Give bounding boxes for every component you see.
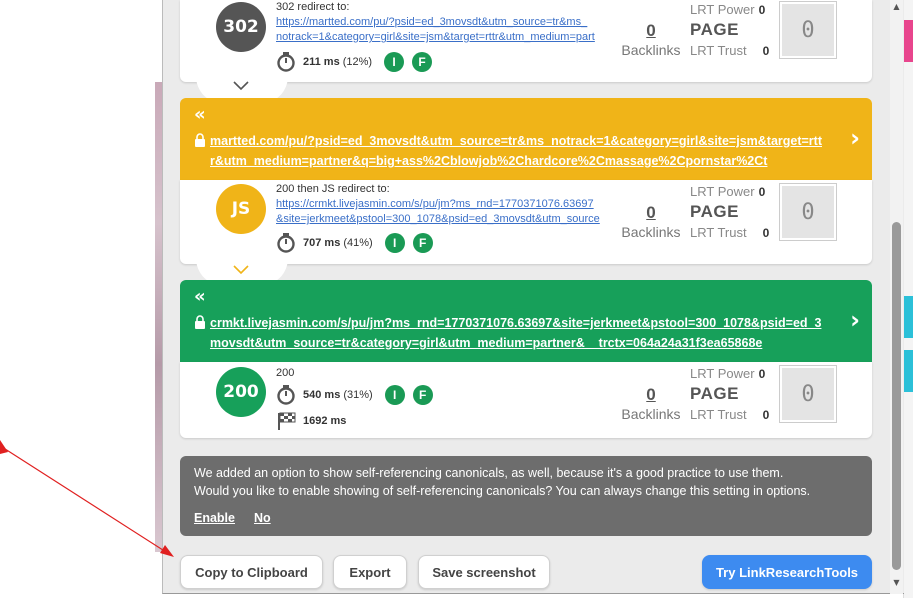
hop-status-circle: 200 (216, 367, 266, 417)
backlinks-metric[interactable]: 0 Backlinks (620, 384, 682, 422)
next-arrow-icon[interactable]: › (850, 306, 860, 334)
hop-status-circle: JS (216, 184, 266, 234)
try-linkresearchtools-button[interactable]: Try LinkResearchTools (702, 555, 872, 589)
back-double-arrow-icon[interactable]: « (194, 286, 206, 307)
stopwatch-icon (277, 233, 295, 253)
page-label: PAGE (690, 20, 739, 39)
page-label: PAGE (690, 384, 739, 403)
chevron-down-icon[interactable] (233, 79, 249, 95)
stopwatch-icon (277, 385, 295, 405)
hop-status-circle: 302 (216, 2, 266, 52)
notice-line-1: We added an option to show self-referenc… (194, 466, 784, 480)
canonical-notice: We added an option to show self-referenc… (180, 456, 872, 536)
lrt-trust: LRT Trust 0 (690, 407, 770, 422)
hop-timing: 211 ms (12%) I F (276, 52, 433, 72)
background-teal-tab-2 (903, 350, 913, 392)
scrollbar-thumb[interactable] (892, 222, 901, 570)
checkered-flag-icon (278, 412, 296, 430)
lock-icon (195, 315, 205, 329)
lock-icon (195, 133, 205, 147)
page-label: PAGE (690, 202, 739, 221)
score-box: 0 (779, 183, 837, 241)
hop-status-text: 200 then JS redirect to: (276, 183, 390, 195)
enable-link[interactable]: Enable (194, 511, 235, 525)
copy-to-clipboard-button[interactable]: Copy to Clipboard (180, 555, 323, 589)
hop-card-302: 302 302 redirect to: https://martted.com… (180, 0, 872, 82)
info-i-button[interactable]: I (384, 52, 405, 72)
hop-redirect-link[interactable]: https://martted.com/pu/?psid=ed_3movsdt&… (276, 15, 616, 45)
score-box: 0 (779, 365, 837, 423)
info-f-button[interactable]: F (412, 385, 433, 405)
total-timing: 1692 ms (276, 411, 349, 431)
info-i-button[interactable]: I (384, 385, 405, 405)
lrt-trust: LRT Trust 0 (690, 43, 770, 58)
url-banner-link[interactable]: martted.com/pu/?psid=ed_3movsdt&utm_sour… (210, 131, 822, 171)
lrt-power: LRT Power 0 (690, 2, 766, 17)
stopwatch-icon (277, 52, 295, 72)
url-banner-livejasmin: « crmkt.livejasmin.com/s/pu/jm?ms_rnd=17… (180, 280, 872, 362)
hop-timing: 707 ms (41%) I F (276, 233, 433, 253)
save-screenshot-button[interactable]: Save screenshot (418, 555, 550, 589)
hop-card-js: JS 200 then JS redirect to: https://crmk… (180, 180, 872, 264)
next-arrow-icon[interactable]: › (850, 124, 860, 152)
backlinks-metric[interactable]: 0 Backlinks (620, 20, 682, 58)
background-pink-tab (903, 20, 913, 62)
no-link[interactable]: No (254, 511, 271, 525)
background-teal-tab (903, 296, 913, 338)
info-i-button[interactable]: I (384, 233, 405, 253)
score-box: 0 (779, 1, 837, 59)
backlinks-metric[interactable]: 0 Backlinks (620, 202, 682, 240)
hop-redirect-link[interactable]: https://crmkt.livejasmin.com/s/pu/jm?ms_… (276, 197, 616, 227)
info-f-button[interactable]: F (412, 233, 433, 253)
info-f-button[interactable]: F (412, 52, 433, 72)
scroll-down-arrow-icon[interactable]: ▼ (891, 578, 902, 588)
lrt-power: LRT Power 0 (690, 366, 766, 381)
scroll-up-arrow-icon[interactable]: ▲ (891, 2, 902, 12)
export-button[interactable]: Export (333, 555, 407, 589)
notice-line-2: Would you like to enable showing of self… (194, 484, 811, 498)
hop-status-text: 302 redirect to: (276, 1, 350, 13)
hop-status-text: 200 (276, 367, 295, 379)
lrt-power: LRT Power 0 (690, 184, 766, 199)
url-banner-martted: « martted.com/pu/?psid=ed_3movsdt&utm_so… (180, 98, 872, 180)
back-double-arrow-icon[interactable]: « (194, 104, 206, 125)
hop-timing: 540 ms (31%) I F (276, 385, 433, 405)
lrt-trust: LRT Trust 0 (690, 225, 770, 240)
hop-card-200: 200 200 540 ms (31%) I F 1692 ms 0 Backlin… (180, 362, 872, 438)
chevron-down-icon[interactable] (233, 263, 249, 279)
url-banner-link[interactable]: crmkt.livejasmin.com/s/pu/jm?ms_rnd=1770… (210, 313, 822, 353)
